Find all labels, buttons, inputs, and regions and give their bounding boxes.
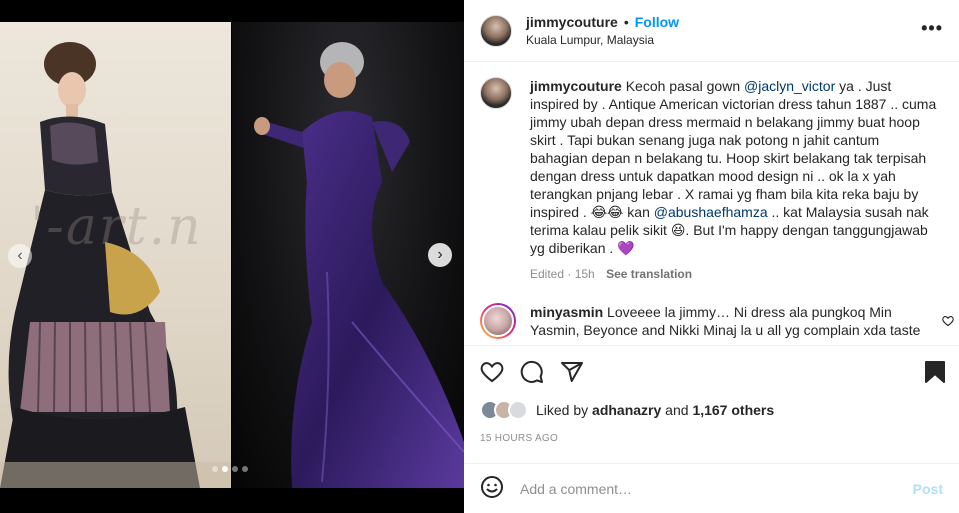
share-button[interactable] [560, 360, 584, 387]
action-bar [464, 345, 959, 401]
comments-section: jimmycouture Kecoh pasal gown @jaclyn_vi… [464, 63, 959, 345]
comment-item: minyasmin Loveeee la jimmy… Ni dress ala… [480, 303, 954, 339]
previous-slide-button[interactable]: ‹ [8, 244, 32, 268]
commenter-story-ring[interactable] [480, 303, 516, 339]
carousel-dot [242, 466, 248, 472]
author-username[interactable]: jimmycouture [526, 14, 618, 30]
like-button[interactable] [480, 360, 504, 387]
post-timestamp[interactable]: 15 HOURS AGO [480, 433, 558, 444]
separator-bullet: • [623, 14, 629, 30]
save-button[interactable] [924, 360, 946, 387]
carousel-dot [212, 466, 218, 472]
more-dots-icon: ••• [921, 18, 943, 38]
commenter-avatar [482, 305, 514, 337]
instagram-post-modal: '-art.n ‹ › jimmycouture • Follow Kuala … [0, 0, 959, 513]
comment-body: minyasmin Loveeee la jimmy… Ni dress ala… [530, 303, 940, 339]
see-translation-link[interactable]: See translation [606, 267, 692, 281]
add-comment-bar: Post [464, 463, 959, 513]
likes-user-link[interactable]: adhanazry [592, 402, 661, 418]
heart-icon [480, 362, 504, 383]
watermark-text: '-art.n [30, 197, 203, 257]
carousel-dot [232, 466, 238, 472]
caption-text-part-1: Kecoh pasal gown [621, 78, 745, 94]
edited-timestamp: Edited · 15h [530, 267, 595, 281]
like-comment-button[interactable] [942, 315, 954, 330]
emoji-button[interactable] [480, 475, 504, 502]
author-info: jimmycouture • Follow Kuala Lumpur, Mala… [526, 14, 679, 47]
likes-summary: Liked by adhanazry and 1,167 others [480, 400, 774, 420]
caption-mention-2[interactable]: @abushaefhamza [654, 204, 768, 220]
liker-avatars [480, 400, 528, 420]
caption-username[interactable]: jimmycouture [530, 78, 622, 94]
carousel-dot-active [222, 466, 228, 472]
post-comment-button[interactable]: Post [913, 481, 943, 497]
post-caption: jimmycouture Kecoh pasal gown @jaclyn_vi… [480, 77, 950, 283]
chevron-left-icon: ‹ [17, 247, 23, 264]
likes-text: Liked by adhanazry and 1,167 others [536, 402, 774, 418]
liker-avatar [508, 400, 528, 420]
more-options-button[interactable]: ••• [921, 18, 943, 39]
post-header: jimmycouture • Follow Kuala Lumpur, Mala… [464, 0, 959, 62]
comment-input[interactable] [520, 480, 913, 497]
next-slide-button[interactable]: › [428, 243, 452, 267]
post-details-panel: jimmycouture • Follow Kuala Lumpur, Mala… [464, 0, 959, 513]
likes-prefix: Liked by [536, 402, 593, 418]
post-location[interactable]: Kuala Lumpur, Malaysia [526, 33, 679, 47]
share-icon [561, 362, 583, 382]
bookmark-icon [925, 361, 945, 383]
comment-icon [520, 360, 543, 383]
caption-text-part-2: ya . Just inspired by . Antique American… [530, 78, 937, 220]
caption-text: jimmycouture Kecoh pasal gown @jaclyn_vi… [530, 77, 940, 257]
follow-button[interactable]: Follow [635, 14, 679, 30]
commenter-username[interactable]: minyasmin [530, 304, 603, 320]
heart-outline-icon [942, 316, 954, 327]
chevron-right-icon: › [437, 246, 443, 263]
comment-button[interactable] [520, 360, 544, 387]
likes-count-link[interactable]: 1,167 others [692, 402, 774, 418]
post-media: '-art.n ‹ › [0, 0, 464, 513]
caption-meta: Edited · 15h See translation [530, 265, 940, 283]
likes-middle: and [661, 402, 693, 418]
smiley-icon [481, 476, 503, 498]
victorian-dress-photo: '-art.n [0, 22, 231, 488]
caption-mention-1[interactable]: @jaclyn_victor [744, 78, 835, 94]
caption-author-avatar[interactable] [480, 77, 512, 109]
carousel-indicator [212, 466, 248, 472]
author-avatar[interactable] [480, 14, 512, 47]
caption-body: jimmycouture Kecoh pasal gown @jaclyn_vi… [530, 77, 940, 283]
